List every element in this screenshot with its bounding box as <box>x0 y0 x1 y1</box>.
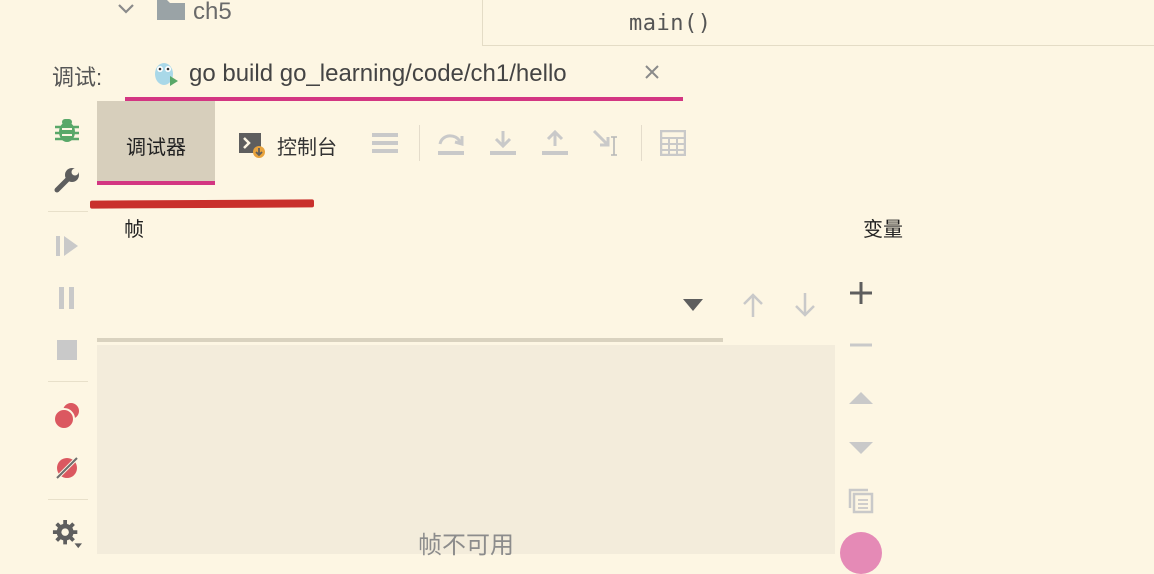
chevron-down-icon[interactable] <box>116 0 136 20</box>
gopher-run-icon <box>155 63 178 86</box>
debug-left-toolbar <box>40 101 96 554</box>
frames-empty-text: 帧不可用 <box>418 532 514 559</box>
frames-list[interactable]: 帧不可用 <box>97 345 835 559</box>
tab-console-label: 控制台 <box>277 137 337 159</box>
stop-icon[interactable] <box>52 335 82 365</box>
debug-bug-icon[interactable] <box>52 115 82 145</box>
previous-frame-icon[interactable] <box>741 292 765 318</box>
separator <box>48 211 88 212</box>
debug-tool-window-header: 调试: go build go_learning/code/ch1/hello <box>40 46 1154 101</box>
move-down-icon[interactable] <box>848 436 874 462</box>
separator <box>48 499 88 500</box>
tab-debugger[interactable]: 调试器 <box>97 101 215 185</box>
annotation-highlight <box>89 199 315 209</box>
add-watch-icon[interactable] <box>848 280 874 306</box>
thread-selector[interactable] <box>97 270 723 342</box>
run-config-title: go build go_learning/code/ch1/hello <box>189 60 567 87</box>
variables-header: 变量 <box>863 219 903 241</box>
separator <box>48 381 88 382</box>
frames-header: 帧 <box>124 219 144 241</box>
editor-breadcrumb: main() <box>482 0 1154 46</box>
move-up-icon[interactable] <box>848 384 874 410</box>
debug-toolbar: 调试器 控制台 <box>97 101 1154 185</box>
settings-icon[interactable] <box>52 519 82 549</box>
wrench-icon[interactable] <box>52 165 82 195</box>
separator <box>419 125 420 161</box>
tab-underline <box>97 181 215 185</box>
close-icon[interactable] <box>643 63 661 81</box>
folder-label[interactable]: ch5 <box>193 0 232 26</box>
pause-icon[interactable] <box>52 283 82 313</box>
run-to-cursor-icon[interactable] <box>591 127 623 159</box>
watches-glasses-icon[interactable] <box>840 532 882 574</box>
menu-icon[interactable] <box>369 127 401 159</box>
step-into-icon[interactable] <box>487 127 519 159</box>
resume-icon[interactable] <box>52 231 82 261</box>
folder-icon <box>157 0 185 20</box>
remove-watch-icon[interactable] <box>848 332 874 358</box>
view-breakpoints-icon[interactable] <box>52 401 82 431</box>
debug-window-label: 调试: <box>52 65 103 90</box>
step-over-icon[interactable] <box>435 127 467 159</box>
run-config-tab[interactable]: go build go_learning/code/ch1/hello <box>125 46 683 101</box>
tab-debugger-label: 调试器 <box>126 137 186 159</box>
separator <box>641 125 642 161</box>
next-frame-icon[interactable] <box>793 292 817 318</box>
console-icon <box>239 133 265 158</box>
step-out-icon[interactable] <box>539 127 571 159</box>
duplicate-watch-icon[interactable] <box>848 488 874 514</box>
project-tree-row[interactable]: ch5 <box>0 0 482 46</box>
mute-breakpoints-icon[interactable] <box>52 453 82 483</box>
dropdown-arrow-icon[interactable] <box>683 299 703 311</box>
breadcrumb-function[interactable]: main() <box>629 11 711 36</box>
evaluate-icon[interactable] <box>657 127 689 159</box>
selector-border <box>97 338 723 342</box>
